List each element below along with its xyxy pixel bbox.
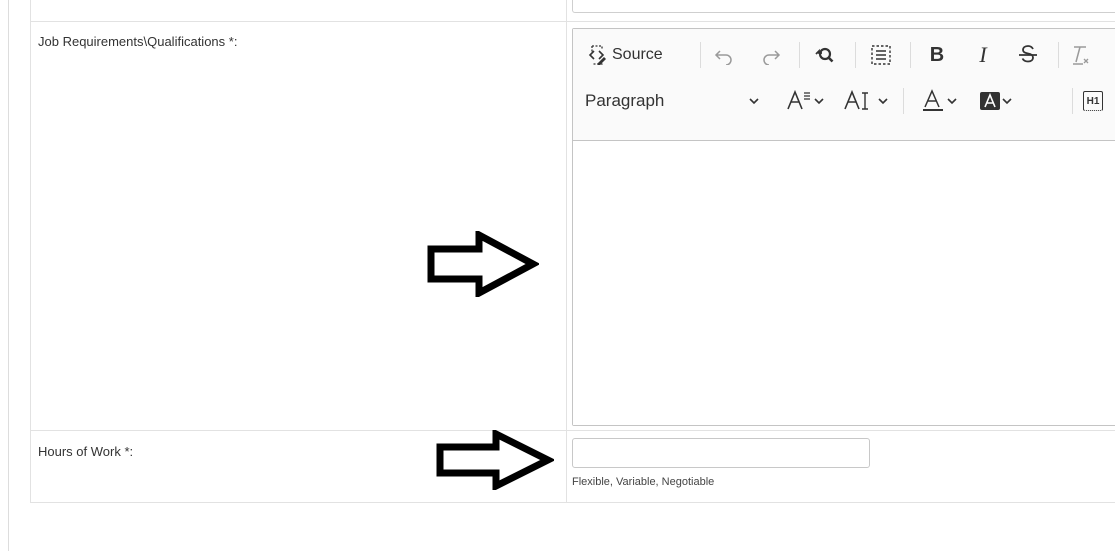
font-color-dropdown[interactable] — [913, 88, 965, 114]
redo-icon — [763, 50, 781, 65]
find-replace-button[interactable] — [810, 42, 838, 68]
column-divider — [566, 0, 567, 21]
chevron-down-icon — [749, 98, 759, 105]
hours-of-work-hint: Flexible, Variable, Negotiable — [572, 476, 715, 488]
heading-button[interactable]: H1 — [1080, 88, 1106, 114]
source-label: Source — [612, 46, 663, 63]
toolbar-separator — [700, 42, 701, 68]
remove-format-button[interactable] — [1067, 42, 1093, 68]
font-size-dropdown[interactable] — [780, 88, 830, 114]
paragraph-dropdown[interactable]: Paragraph — [585, 88, 760, 114]
strikethrough-icon — [1019, 45, 1037, 63]
find-replace-icon — [815, 47, 834, 63]
hours-of-work-label: Hours of Work *: — [38, 444, 134, 459]
paragraph-label: Paragraph — [585, 91, 665, 110]
editor-content-area[interactable] — [573, 141, 1115, 425]
undo-button[interactable] — [711, 42, 737, 68]
arrow-right-icon — [436, 430, 554, 490]
column-divider — [566, 431, 567, 502]
toolbar-separator — [855, 42, 856, 68]
page-left-border — [8, 0, 9, 551]
font-color-icon — [923, 89, 943, 111]
toolbar-separator — [1058, 42, 1059, 68]
source-icon — [588, 45, 606, 65]
previous-row — [31, 0, 1115, 21]
job-requirements-label: Job Requirements\Qualifications *: — [38, 34, 238, 49]
job-requirements-row: Job Requirements\Qualifications *: Sourc… — [31, 21, 1115, 430]
bold-icon: B — [929, 43, 945, 66]
hours-of-work-input[interactable] — [572, 438, 870, 468]
rich-text-editor: Source B I Paragraph H1 — [572, 28, 1115, 426]
toolbar-separator — [799, 42, 800, 68]
heading-badge-label: H1 — [1086, 95, 1100, 107]
source-button[interactable]: Source — [585, 42, 663, 68]
font-size-icon — [787, 89, 810, 110]
italic-icon: I — [979, 42, 987, 67]
select-all-icon — [871, 45, 891, 65]
font-background-color-dropdown[interactable] — [971, 88, 1021, 114]
arrow-right-icon — [427, 231, 539, 297]
toolbar-separator — [910, 42, 911, 68]
italic-button[interactable]: I — [970, 42, 996, 68]
editor-toolbar: Source B I Paragraph H1 — [573, 29, 1115, 141]
select-all-button[interactable] — [866, 42, 896, 68]
column-divider — [566, 22, 567, 430]
chevron-down-icon — [814, 98, 824, 105]
undo-icon — [714, 50, 732, 65]
chevron-down-icon — [878, 98, 888, 105]
toolbar-separator — [1072, 88, 1073, 114]
font-family-icon — [844, 89, 868, 110]
strikethrough-button[interactable] — [1015, 42, 1041, 68]
heading-icon: H1 — [1083, 91, 1103, 111]
chevron-down-icon — [1002, 98, 1012, 105]
chevron-down-icon — [947, 98, 957, 105]
hours-of-work-row: Hours of Work *: Flexible, Variable, Neg… — [31, 430, 1115, 502]
font-background-color-icon — [980, 92, 1000, 110]
job-form: Job Requirements\Qualifications *: Sourc… — [30, 0, 1115, 503]
toolbar-separator — [903, 88, 904, 114]
remove-format-icon — [1073, 46, 1089, 65]
bold-button[interactable]: B — [924, 42, 950, 68]
previous-field[interactable] — [572, 0, 1115, 13]
redo-button[interactable] — [758, 42, 784, 68]
font-family-dropdown[interactable] — [836, 88, 896, 114]
